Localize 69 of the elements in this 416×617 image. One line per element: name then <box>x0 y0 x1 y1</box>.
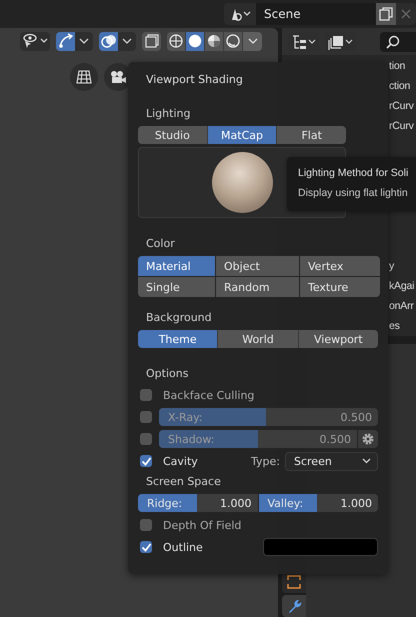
search-field[interactable] <box>380 32 416 52</box>
tooltip-description: Display using flat lightin <box>298 186 409 201</box>
copy-icon[interactable] <box>376 3 396 25</box>
value-slider[interactable]: Valley: 1.000 <box>258 494 378 512</box>
tooltip-title: Lighting Method for Soli <box>298 166 410 181</box>
background-option[interactable]: Theme <box>138 330 218 348</box>
caret-icon <box>79 38 89 44</box>
value-slider[interactable]: Shadow: 0.500 <box>159 430 357 448</box>
checkbox[interactable] <box>140 389 152 401</box>
gizmo-toggle[interactable] <box>56 32 75 50</box>
color-option[interactable]: Single <box>138 277 215 297</box>
outliner-item[interactable]: onArr <box>389 300 414 312</box>
search-icon <box>386 34 400 48</box>
xray-toggle[interactable] <box>142 32 161 50</box>
color-swatch[interactable] <box>263 538 378 556</box>
grid-icon[interactable] <box>70 63 98 91</box>
color-option[interactable]: Texture <box>300 277 380 297</box>
checkbox[interactable] <box>140 455 152 467</box>
value-slider[interactable]: Ridge: 1.000 <box>138 494 258 512</box>
option-label: Cavity <box>163 454 198 468</box>
lighting-option[interactable]: Flat <box>277 126 346 144</box>
caret-icon <box>362 458 371 464</box>
option-label: Backface Culling <box>163 388 254 402</box>
popover-title: Viewport Shading <box>145 72 244 88</box>
color-option[interactable]: Vertex <box>300 256 380 276</box>
material-shading-button[interactable] <box>205 32 224 50</box>
outliner-item[interactable]: rCurv <box>389 120 414 132</box>
section-label: Screen Space <box>145 474 222 490</box>
solid-shading-button[interactable] <box>186 32 205 50</box>
color-option[interactable]: Material <box>138 256 215 276</box>
visibility-dropdown[interactable] <box>20 32 50 50</box>
option-label: Depth Of Field <box>163 518 242 532</box>
outliner-item[interactable]: kAgai <box>389 280 414 292</box>
section-label: Background <box>145 310 213 326</box>
background-option[interactable]: World <box>218 330 299 348</box>
outliner-item[interactable]: es <box>389 320 400 332</box>
wrench-icon[interactable] <box>282 595 306 617</box>
lighting-option[interactable]: Studio <box>138 126 208 144</box>
field-label: Type: <box>251 454 280 468</box>
overlay-toggle[interactable] <box>99 32 118 50</box>
gizmo-dropdown[interactable] <box>75 32 93 50</box>
checkbox[interactable] <box>140 519 152 531</box>
section-label: Color <box>145 236 176 252</box>
outliner-item[interactable]: rCurv <box>389 100 414 112</box>
rendered-shading-button[interactable] <box>224 32 243 50</box>
outliner-item[interactable]: y <box>389 260 394 272</box>
outliner-item[interactable]: tion <box>389 60 406 72</box>
scene-type-dropdown[interactable] <box>224 3 256 25</box>
color-option[interactable]: Object <box>216 256 299 276</box>
close-icon[interactable] <box>396 3 416 25</box>
checkbox[interactable] <box>140 433 152 445</box>
checkbox[interactable] <box>140 411 152 423</box>
option-label: Outline <box>163 540 203 554</box>
section-label: Options <box>145 366 190 382</box>
settings-icon[interactable] <box>358 430 378 448</box>
checkbox[interactable] <box>140 541 152 553</box>
lighting-option[interactable]: MatCap <box>208 126 278 144</box>
wireframe-shading-button[interactable] <box>167 32 186 50</box>
type-dropdown[interactable]: Screen <box>285 452 378 470</box>
shading-dropdown[interactable] <box>243 32 262 50</box>
section-label: Lighting <box>145 106 192 122</box>
caret-icon <box>248 38 258 44</box>
caret-icon <box>122 38 132 44</box>
value-slider[interactable]: X-Ray: 0.500 <box>159 408 378 426</box>
overlay-dropdown[interactable] <box>118 32 136 50</box>
scene-name-field[interactable]: Scene <box>256 3 376 25</box>
background-option[interactable]: Viewport <box>298 330 378 348</box>
outliner-item[interactable]: ction <box>389 80 410 92</box>
color-option[interactable]: Random <box>216 277 299 297</box>
